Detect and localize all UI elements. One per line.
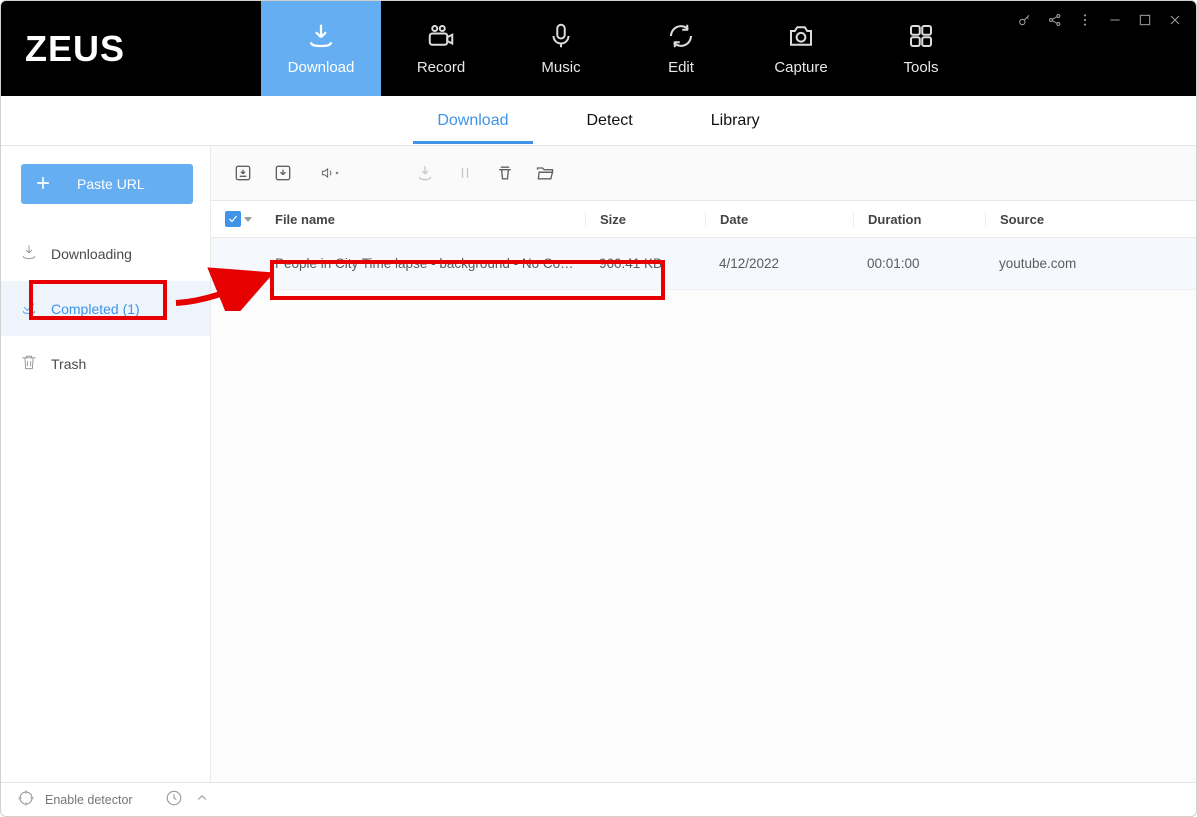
sidebar-items: Downloading Completed (1) Trash [1,222,210,391]
column-duration[interactable]: Duration [853,212,985,227]
toptab-label: Music [541,59,580,76]
refresh-edit-icon [666,21,696,51]
checkbox-checked-icon [225,211,241,227]
kebab-menu-icon[interactable] [1072,7,1098,33]
app-window: ZEUS Download Record Music [0,0,1197,817]
toptab-tools[interactable]: Tools [861,1,981,96]
add-to-itunes-button[interactable] [225,155,261,191]
paste-url-button[interactable]: Paste URL [21,164,193,204]
sidebar-item-downloading[interactable]: Downloading [1,226,210,281]
cell-date: 4/12/2022 [705,256,853,271]
toptab-label: Download [288,59,355,76]
toolbar [211,146,1196,200]
subtab-download[interactable]: Download [433,98,512,144]
subtab-detect[interactable]: Detect [583,98,637,144]
redownload-button[interactable] [407,155,443,191]
key-icon[interactable] [1012,7,1038,33]
select-all-checkbox[interactable] [225,211,275,227]
download-to-pc-button[interactable] [265,155,301,191]
microphone-icon [546,21,576,51]
cell-filename: People in City Time lapse - background -… [275,256,585,271]
delete-button[interactable] [487,155,523,191]
toptab-download[interactable]: Download [261,1,381,96]
toptab-label: Edit [668,59,694,76]
sidebar-item-label: Completed (1) [51,301,140,317]
toptab-capture[interactable]: Capture [741,1,861,96]
table-row[interactable]: People in City Time lapse - background -… [211,238,1196,290]
column-source[interactable]: Source [985,212,1196,227]
trash-icon [19,352,39,375]
download-icon [306,21,336,51]
status-bar: Enable detector [1,782,1196,816]
toptab-label: Record [417,59,465,76]
sidebar-item-completed[interactable]: Completed (1) [1,281,210,336]
column-size[interactable]: Size [585,212,705,227]
minimize-button[interactable] [1102,7,1128,33]
cell-duration: 00:01:00 [853,256,985,271]
topbar: ZEUS Download Record Music [1,1,1196,96]
expand-up-icon[interactable] [193,789,211,810]
maximize-button[interactable] [1132,7,1158,33]
enable-detector-label[interactable]: Enable detector [45,793,133,807]
detector-target-icon[interactable] [17,789,35,810]
share-icon[interactable] [1042,7,1068,33]
toptab-edit[interactable]: Edit [621,1,741,96]
sidebar-item-label: Downloading [51,246,132,262]
toptab-label: Capture [774,59,827,76]
app-logo: ZEUS [1,1,151,96]
cell-source: youtube.com [985,256,1196,271]
subtab-library[interactable]: Library [707,98,764,144]
sidebar-item-trash[interactable]: Trash [1,336,210,391]
open-folder-button[interactable] [527,155,563,191]
caret-down-icon [244,217,252,222]
downloading-icon [19,242,39,265]
topbar-tabs: Download Record Music Edit [261,1,981,96]
cell-size: 960.41 KB [585,256,705,271]
pause-button[interactable] [447,155,483,191]
main-panel: File name Size Date Duration Source Peop… [211,146,1196,782]
close-button[interactable] [1162,7,1188,33]
apps-grid-icon [906,21,936,51]
plus-icon [33,173,53,196]
camera-record-icon [426,21,456,51]
toptab-music[interactable]: Music [501,1,621,96]
content-body: Paste URL Downloading Completed (1) [1,146,1196,782]
toptab-label: Tools [904,59,939,76]
paste-url-label: Paste URL [77,176,145,192]
table-header: File name Size Date Duration Source [211,200,1196,238]
window-controls [1012,7,1188,33]
volume-button[interactable] [305,155,355,191]
schedule-icon[interactable] [165,789,183,810]
column-date[interactable]: Date [705,212,853,227]
sidebar: Paste URL Downloading Completed (1) [1,146,211,782]
subtabs: Download Detect Library [1,96,1196,146]
camera-icon [786,21,816,51]
column-filename[interactable]: File name [275,212,585,227]
toptab-record[interactable]: Record [381,1,501,96]
sidebar-item-label: Trash [51,356,86,372]
checkmark-tray-icon [19,297,39,320]
